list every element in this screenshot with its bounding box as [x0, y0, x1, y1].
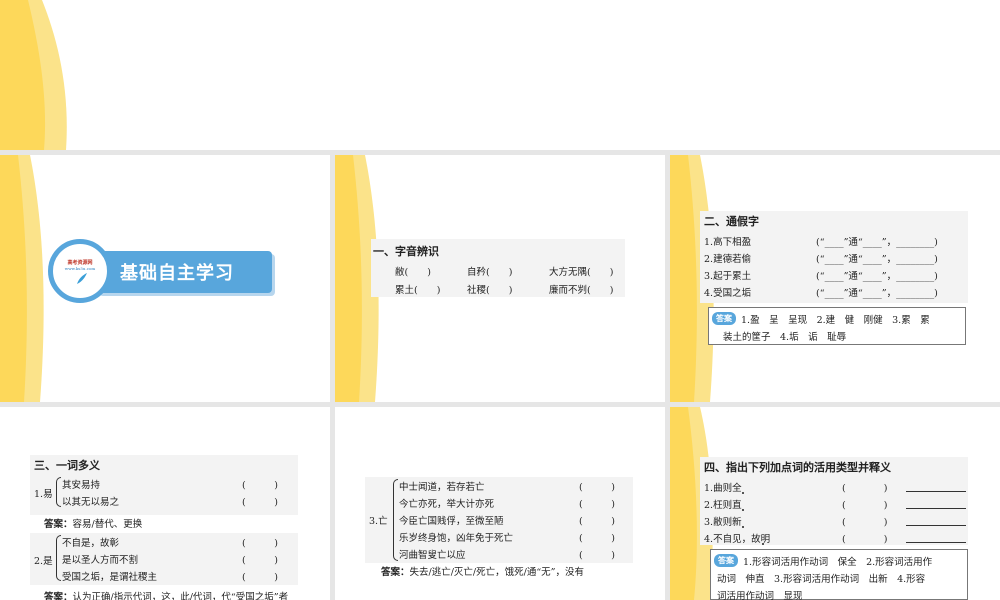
item: 3.敝则新 — [704, 517, 742, 528]
blank-pattern: (“____”通“____”，________) — [816, 271, 938, 282]
yellow-wave-decoration — [0, 0, 67, 150]
section-title: 四、指出下列加点词的活用类型并释义 — [704, 461, 891, 474]
blank: ( ) — [242, 497, 278, 508]
item: 敝( ) — [395, 267, 431, 278]
item: 河曲智叟亡以应 — [399, 550, 466, 561]
section-title: 一、字音辨识 — [373, 245, 439, 258]
blank: ( ) — [242, 480, 278, 491]
blank: ( ) — [242, 538, 278, 549]
answer-line: 答案：容易/替代、更换 — [44, 519, 143, 530]
item: 自矜( ) — [467, 267, 513, 278]
item: 大方无隅( ) — [549, 267, 614, 278]
blank: ( ) — [579, 482, 615, 493]
item: 今亡亦死，举大计亦死 — [399, 499, 495, 510]
answer-underline — [906, 542, 966, 543]
blank: ( ) — [842, 534, 888, 545]
slide-thumbnail-6[interactable]: 四、指出下列加点词的活用类型并释义 1.曲则全 2.枉则直 3.敝则新 4.不自… — [670, 407, 1000, 600]
answer-badge: 答案 — [714, 554, 738, 567]
item: 1.高下相盈 — [704, 237, 752, 248]
section-banner: 基础自主学习 — [96, 251, 272, 293]
answer-underline — [906, 491, 966, 492]
item: 4.受国之垢 — [704, 288, 752, 299]
blank-pattern: (“____”通“____”，________) — [816, 237, 938, 248]
item: 今臣亡国贱俘，至微至陋 — [399, 516, 504, 527]
item: 2.枉则直 — [704, 500, 742, 511]
slide-thumbnail-5[interactable]: 3.亡 中士闻道，若存若亡 今亡亦死，举大计亦死 今臣亡国贱俘，至微至陋 乐岁终… — [335, 407, 665, 600]
slide-thumbnail-4[interactable]: 三、一词多义 1.易 其安易持 以其无以易之 ( ) ( ) 答案：容易/替代、… — [0, 407, 330, 600]
blank: ( ) — [842, 500, 888, 511]
section-title: 二、通假字 — [704, 215, 759, 228]
answer-box: 答案 1.盈 呈 呈现 2.建 健 刚健 3.累 累 装土的筐子 4.垢 诟 耻… — [708, 307, 966, 345]
item: 是以圣人方而不割 — [62, 555, 139, 566]
item: 4.不自见，故明 — [704, 534, 771, 545]
answer-line: 答案：失去/逃亡/灭亡/死亡，饿死/通“无”，没有 — [381, 567, 585, 578]
answer-badge: 答案 — [712, 312, 736, 325]
blank: ( ) — [842, 517, 888, 528]
group-label: 2.是 — [34, 556, 53, 567]
section-title: 三、一词多义 — [34, 459, 100, 472]
slide-thumbnail-3[interactable]: 二、通假字 1.高下相盈 2.建德若偷 3.起于累土 4.受国之垢 (“____… — [670, 155, 1000, 402]
answer-text: 1.形容词活用作动词 保全 2.形容词活用作 — [743, 557, 933, 568]
blank: ( ) — [242, 555, 278, 566]
item: 其安易持 — [62, 480, 101, 491]
item: 社稷( ) — [467, 285, 513, 296]
emphasis-dot — [742, 492, 744, 494]
answer-text: 动词 伸直 3.形容词活用作动词 出新 4.形容 — [717, 574, 926, 585]
item: 受国之垢，是谓社稷主 — [62, 572, 158, 583]
answer-underline — [906, 508, 966, 509]
item: 1.曲则全 — [704, 483, 742, 494]
group-label: 1.易 — [34, 489, 53, 500]
item: 不自是，故彰 — [62, 538, 120, 549]
answer-text: 装土的筐子 4.垢 诟 耻辱 — [723, 332, 847, 343]
blank: ( ) — [579, 516, 615, 527]
blank: ( ) — [842, 483, 888, 494]
emphasis-dot — [742, 526, 744, 528]
brace — [393, 479, 398, 561]
slide-thumbnail-2[interactable]: 一、字音辨识 敝( ) 自矜( ) 大方无隅( ) 累土( ) 社稷( ) 廉而… — [335, 155, 665, 402]
brace — [56, 477, 61, 507]
blank: ( ) — [242, 572, 278, 583]
answer-line: 答案：认为正确/指示代词，这，此/代词，代“受国之垢”者 — [44, 592, 289, 600]
answer-underline — [906, 525, 966, 526]
blank-pattern: (“____”通“____”，________) — [816, 254, 938, 265]
blank: ( ) — [579, 550, 615, 561]
site-logo: 高考资源网 www.ks5u.com — [48, 239, 112, 303]
slide-thumbnail-top[interactable] — [0, 0, 1000, 150]
blank-pattern: (“____”通“____”，________) — [816, 288, 938, 299]
item: 以其无以易之 — [62, 497, 120, 508]
item: 乐岁终身饱，凶年免于死亡 — [399, 533, 514, 544]
answer-box: 答案 1.形容词活用作动词 保全 2.形容词活用作 动词 伸直 3.形容词活用作… — [710, 549, 968, 600]
emphasis-dot — [742, 509, 744, 511]
item: 累土( ) — [395, 285, 441, 296]
banner-title: 基础自主学习 — [120, 263, 234, 284]
item: 中士闻道，若存若亡 — [399, 482, 485, 493]
answer-text: 1.盈 呈 呈现 2.建 健 刚健 3.累 累 — [741, 315, 930, 326]
group-label: 3.亡 — [369, 516, 388, 527]
item: 3.起于累土 — [704, 271, 752, 282]
slide-thumbnail-1[interactable]: 基础自主学习 高考资源网 www.ks5u.com — [0, 155, 330, 402]
item: 2.建德若偷 — [704, 254, 752, 265]
emphasis-dot — [762, 543, 764, 545]
blank: ( ) — [579, 533, 615, 544]
brace — [56, 535, 61, 581]
blank: ( ) — [579, 499, 615, 510]
answer-text: 词活用作动词 显现 — [717, 591, 803, 600]
quill-icon — [77, 273, 87, 284]
item: 廉而不刿( ) — [549, 285, 614, 296]
